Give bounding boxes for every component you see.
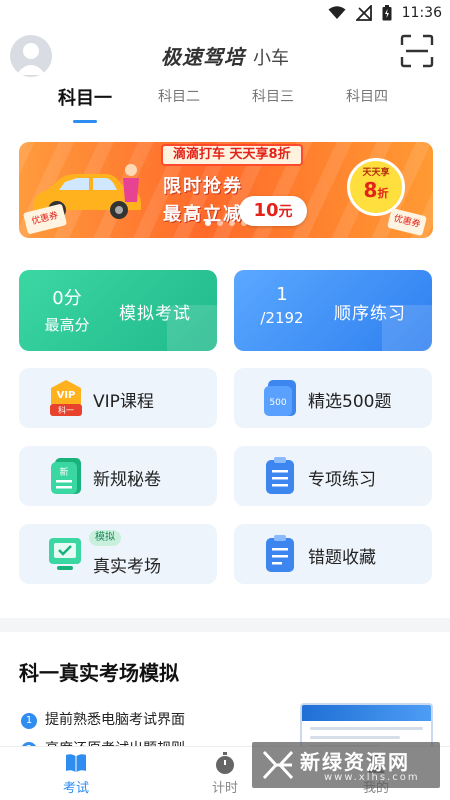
sequential-practice-card[interactable]: 1 /2192 顺序练习	[234, 270, 432, 351]
svg-text:VIP: VIP	[57, 390, 76, 401]
thumbnail-line	[310, 727, 423, 730]
wrong-questions-icon	[266, 535, 294, 572]
simulate-tag: 模拟	[89, 530, 121, 546]
stopwatch-icon	[216, 752, 234, 774]
exam-room-icon	[49, 538, 81, 570]
progress-value: 1	[276, 284, 288, 305]
tab-subject-1[interactable]: 科目一	[58, 84, 112, 110]
monitor-decoration-icon	[167, 305, 217, 351]
feature-bullet: 1 提前熟悉电脑考试界面	[21, 709, 185, 729]
selected-500-card[interactable]: 500 精选500题	[234, 368, 432, 428]
promo-banner[interactable]: 滴滴打车 天天享8折 限时抢券 最高立减 10元 天天享 8折 优惠券 优惠券	[19, 142, 433, 238]
vehicle-type-label[interactable]: 小车	[253, 48, 289, 69]
status-bar: 11:36	[0, 0, 450, 26]
badge-unit: 折	[377, 187, 389, 200]
app-title: 极速驾培 小车	[0, 41, 450, 70]
vip-course-label: VIP课程	[93, 392, 154, 412]
progress-total: /2192	[260, 309, 304, 327]
tab-indicator	[73, 120, 97, 123]
discount-badge: 天天享 8折	[347, 158, 405, 216]
nav-exam-label: 考试	[62, 781, 89, 796]
wifi-icon	[328, 6, 346, 20]
watermark-text: 新绿资源网	[300, 750, 410, 774]
500-questions-icon: 500	[264, 380, 296, 416]
tab-subject-2[interactable]: 科目二	[158, 86, 200, 106]
badge-top-text: 天天享	[362, 168, 390, 178]
book-icon	[66, 754, 86, 772]
subject-tabs: 科目一 科目二 科目三 科目四	[0, 86, 450, 126]
mock-exam-card[interactable]: 0分 最高分 模拟考试	[19, 270, 217, 351]
new-rules-card[interactable]: 新 新规秘卷	[19, 446, 217, 506]
progress-stat: 1 /2192	[234, 284, 330, 327]
new-icon-text: 新	[59, 466, 68, 478]
bullet-number: 1	[21, 713, 37, 729]
vip-course-icon: VIP 科一	[50, 380, 82, 416]
badge-value: 8	[363, 178, 378, 202]
banner-top-tag: 滴滴打车 天天享8折	[161, 144, 303, 166]
best-score-label: 最高分	[44, 316, 90, 334]
nav-exam[interactable]: 考试	[36, 751, 116, 796]
section-divider	[0, 618, 450, 632]
500-icon-text: 500	[269, 398, 286, 408]
wrong-questions-label: 错题收藏	[308, 548, 376, 568]
vip-course-card[interactable]: VIP 科一 VIP课程	[19, 368, 217, 428]
special-practice-label: 专项练习	[308, 470, 376, 490]
tab-subject-3[interactable]: 科目三	[252, 86, 294, 106]
thumbnail-line	[310, 736, 401, 739]
thumbnail-header	[302, 705, 431, 721]
scan-button[interactable]	[400, 34, 434, 68]
selected-500-label: 精选500题	[308, 392, 392, 412]
real-exam-room-label: 真实考场	[93, 557, 161, 577]
banner-pagination	[19, 211, 433, 230]
special-practice-card[interactable]: 专项练习	[234, 446, 432, 506]
bullet-text: 提前熟悉电脑考试界面	[45, 712, 185, 728]
banner-dot[interactable]	[205, 220, 211, 226]
watermark-logo-icon	[262, 750, 294, 780]
header: 极速驾培 小车	[0, 28, 450, 80]
special-practice-icon	[266, 457, 294, 494]
banner-dot[interactable]	[241, 220, 247, 226]
battery-icon	[382, 5, 392, 21]
app-brand: 极速驾培	[161, 45, 245, 69]
vip-icon-text: 科一	[58, 405, 74, 415]
banner-dot[interactable]	[229, 220, 235, 226]
list-decoration-icon	[382, 305, 432, 351]
no-signal-icon	[355, 5, 372, 21]
scan-icon	[400, 34, 434, 68]
best-score-value: 0分	[52, 288, 82, 309]
banner-dot[interactable]	[217, 220, 223, 226]
wrong-questions-card[interactable]: 错题收藏	[234, 524, 432, 584]
best-score-stat: 0分 最高分	[19, 284, 115, 335]
status-time: 11:36	[401, 5, 442, 21]
real-exam-room-card[interactable]: 模拟 真实考场	[19, 524, 217, 584]
new-rules-icon: 新	[51, 458, 81, 494]
watermark-url: www.xlhs.com	[324, 772, 420, 783]
section-title: 科一真实考场模拟	[19, 661, 179, 685]
tab-subject-4[interactable]: 科目四	[346, 86, 388, 106]
banner-headline: 限时抢券	[163, 176, 243, 197]
new-rules-label: 新规秘卷	[93, 470, 161, 490]
site-watermark: 新绿资源网 www.xlhs.com	[252, 742, 440, 788]
